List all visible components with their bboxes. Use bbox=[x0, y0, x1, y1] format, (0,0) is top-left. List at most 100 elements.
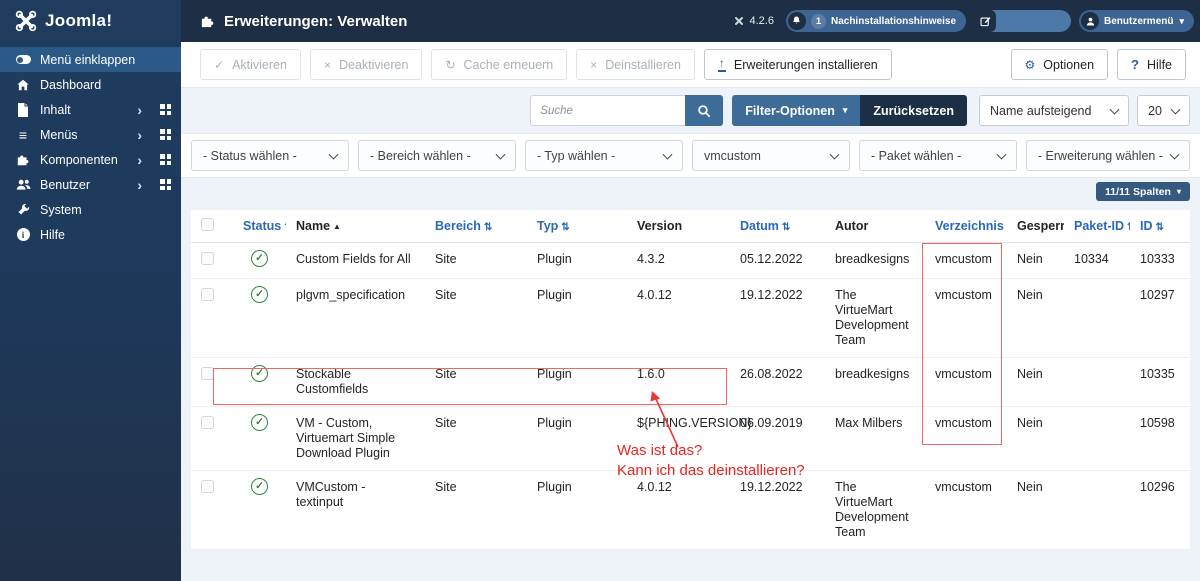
upload-icon: ↑ bbox=[718, 57, 726, 72]
install-extensions-button[interactable]: ↑ Erweiterungen installieren bbox=[704, 49, 892, 80]
sidebar-item-content[interactable]: Inhalt › bbox=[0, 97, 181, 122]
x-icon: × bbox=[590, 59, 597, 71]
search-icon bbox=[697, 104, 711, 118]
question-icon: ? bbox=[1131, 58, 1139, 71]
sidebar-item-users[interactable]: Benutzer › bbox=[0, 172, 181, 197]
post-installation-messages-pill[interactable]: 1 Nachinstallationshinweise bbox=[786, 10, 966, 32]
status-enabled-icon[interactable]: ✓ bbox=[251, 286, 268, 303]
column-header-id[interactable]: ID⇅ bbox=[1130, 210, 1191, 243]
toolbar: ✓ Aktivieren × Deaktivieren ↻ Cache erne… bbox=[181, 42, 1200, 88]
chevron-right-icon: › bbox=[137, 178, 142, 192]
column-header-name[interactable]: Name▲ bbox=[286, 210, 425, 243]
package-filter-select[interactable]: - Paket wählen - bbox=[859, 140, 1017, 171]
sidebar-item-menus[interactable]: ≡ Menüs › bbox=[0, 122, 181, 147]
chevron-down-icon bbox=[663, 149, 673, 159]
help-button[interactable]: ? Hilfe bbox=[1117, 49, 1186, 80]
row-checkbox[interactable] bbox=[201, 367, 214, 380]
sort-icon: ⇅ bbox=[1127, 222, 1130, 233]
status-filter-select[interactable]: - Status wählen - bbox=[191, 140, 349, 171]
notification-count-badge: 1 bbox=[811, 14, 826, 29]
sidebar-item-collapse-menu[interactable]: Menü einklappen bbox=[0, 47, 181, 72]
area-filter-select[interactable]: - Bereich wählen - bbox=[358, 140, 516, 171]
chevron-down-icon: ▾ bbox=[1179, 16, 1184, 27]
page-title: Erweiterungen: Verwalten bbox=[200, 13, 407, 30]
directory-filter-select[interactable]: vmcustom bbox=[692, 140, 850, 171]
table-row: ✓ VMCustom - textinput Site Plugin 4.0.1… bbox=[191, 471, 1191, 550]
column-header-locked: Gesperrt bbox=[1007, 210, 1064, 243]
type-filter-select[interactable]: - Typ wählen - bbox=[525, 140, 683, 171]
options-button[interactable]: ⚙ Optionen bbox=[1011, 49, 1109, 80]
chevron-down-icon: ▾ bbox=[1177, 187, 1181, 196]
main-content: ✓ Aktivieren × Deaktivieren ↻ Cache erne… bbox=[181, 42, 1200, 581]
grid-icon[interactable] bbox=[160, 129, 171, 140]
home-icon bbox=[15, 78, 31, 92]
joomla-x-icon bbox=[15, 10, 37, 32]
column-header-date[interactable]: Datum⇅ bbox=[730, 210, 825, 243]
status-enabled-icon[interactable]: ✓ bbox=[251, 250, 268, 267]
status-enabled-icon[interactable]: ✓ bbox=[251, 365, 268, 382]
extension-filter-select[interactable]: - Erweiterung wählen - bbox=[1026, 140, 1190, 171]
chevron-right-icon: › bbox=[137, 128, 142, 142]
sort-icon: ⇅ bbox=[284, 222, 286, 233]
chevron-down-icon bbox=[1110, 104, 1120, 114]
list-limit-select[interactable]: 20 bbox=[1137, 95, 1190, 126]
grid-icon[interactable] bbox=[160, 104, 171, 115]
reset-button[interactable]: Zurücksetzen bbox=[860, 95, 967, 126]
column-header-status[interactable]: Status⇅ bbox=[233, 210, 286, 243]
deactivate-button[interactable]: × Deaktivieren bbox=[310, 49, 423, 80]
select-all-checkbox[interactable] bbox=[201, 218, 214, 231]
table-header-row: Status⇅ Name▲ Bereich⇅ Typ⇅ Version Datu… bbox=[191, 210, 1191, 243]
refresh-icon: ↻ bbox=[445, 59, 455, 71]
column-header-directory[interactable]: Verzeichnis⇅ bbox=[925, 210, 1007, 243]
table-row: ✓ VM - Custom, Virtuemart Simple Downloa… bbox=[191, 407, 1191, 471]
search-button[interactable] bbox=[685, 95, 723, 126]
filter-options-button[interactable]: Filter-Optionen ▾ bbox=[732, 95, 860, 126]
chevron-down-icon bbox=[1171, 104, 1181, 114]
filter-strip: - Status wählen - - Bereich wählen - - T… bbox=[181, 133, 1200, 178]
uninstall-button[interactable]: × Deinstallieren bbox=[576, 49, 695, 80]
sidebar-item-system[interactable]: System bbox=[0, 197, 181, 222]
row-checkbox[interactable] bbox=[201, 480, 214, 493]
extension-name: plgvm_specification bbox=[286, 279, 425, 358]
sidebar-menu: Menü einklappen Dashboard Inhalt › ≡ Men… bbox=[0, 42, 181, 247]
grid-icon[interactable] bbox=[160, 179, 171, 190]
chevron-down-icon bbox=[329, 149, 339, 159]
user-menu-pill[interactable]: Benutzermenü ▾ bbox=[1079, 10, 1194, 32]
sidebar-item-dashboard[interactable]: Dashboard bbox=[0, 72, 181, 97]
chevron-right-icon: › bbox=[137, 103, 142, 117]
row-checkbox[interactable] bbox=[201, 288, 214, 301]
sort-select[interactable]: Name aufsteigend bbox=[979, 95, 1129, 126]
grid-icon[interactable] bbox=[160, 154, 171, 165]
chevron-down-icon bbox=[1170, 149, 1180, 159]
joomla-version: 4.2.6 bbox=[733, 15, 774, 27]
x-icon: × bbox=[324, 59, 331, 71]
person-icon bbox=[1081, 12, 1099, 30]
column-header-area[interactable]: Bereich⇅ bbox=[425, 210, 527, 243]
joomla-logo[interactable]: Joomla! bbox=[0, 0, 181, 42]
bell-icon bbox=[788, 12, 806, 30]
user-menu-label: Benutzermenü bbox=[1104, 16, 1173, 27]
sidebar-item-components[interactable]: Komponenten › bbox=[0, 147, 181, 172]
puzzle-icon bbox=[200, 14, 215, 29]
sort-icon: ⇅ bbox=[1156, 222, 1164, 233]
status-enabled-icon[interactable]: ✓ bbox=[251, 414, 268, 431]
extension-name: VMCustom - textinput bbox=[286, 471, 425, 550]
edit-shortcut-pill[interactable] bbox=[974, 10, 1071, 32]
row-checkbox[interactable] bbox=[201, 416, 214, 429]
file-icon bbox=[15, 103, 31, 117]
activate-button[interactable]: ✓ Aktivieren bbox=[200, 49, 301, 80]
gear-icon: ⚙ bbox=[1025, 59, 1036, 71]
column-header-version: Version bbox=[627, 210, 730, 243]
search-input[interactable] bbox=[530, 95, 685, 126]
pencil-square-icon bbox=[974, 10, 996, 32]
row-checkbox[interactable] bbox=[201, 252, 214, 265]
sort-icon: ⇅ bbox=[782, 222, 790, 233]
status-enabled-icon[interactable]: ✓ bbox=[251, 478, 268, 495]
columns-toggle-button[interactable]: 11/11 Spalten ▾ bbox=[1096, 182, 1190, 201]
chevron-down-icon bbox=[496, 149, 506, 159]
column-header-package-id[interactable]: Paket-ID⇅ bbox=[1064, 210, 1130, 243]
refresh-cache-button[interactable]: ↻ Cache erneuern bbox=[431, 49, 567, 80]
column-header-type[interactable]: Typ⇅ bbox=[527, 210, 627, 243]
sidebar-item-help[interactable]: i Hilfe bbox=[0, 222, 181, 247]
chevron-right-icon: › bbox=[137, 153, 142, 167]
